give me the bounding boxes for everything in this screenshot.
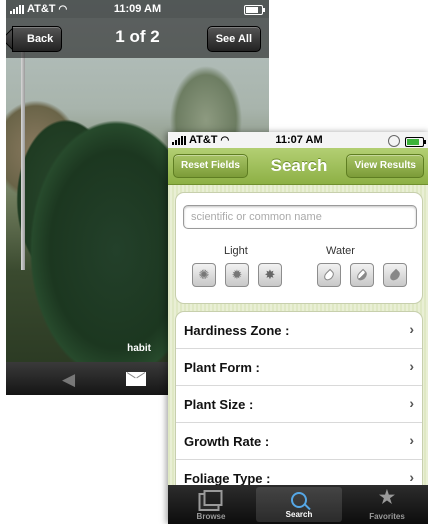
filter-growth-rate[interactable]: Growth Rate : › (176, 423, 422, 460)
part-sun-icon: ✹ (231, 267, 243, 282)
tab-browse[interactable]: Browse (168, 485, 254, 524)
search-content: Light Water ✺ ✹ ✸ Hardiness Zon (168, 185, 428, 493)
filter-plant-size[interactable]: Plant Size : › (176, 386, 422, 423)
chevron-right-icon: › (409, 469, 414, 485)
filter-label: Plant Size : (184, 396, 254, 412)
medium-water-drop-icon (355, 268, 369, 282)
status-time: 11:09 AM (113, 3, 162, 15)
search-nav-bar: Reset Fields Search View Results (168, 148, 428, 185)
battery-icon (244, 5, 265, 15)
filter-label: Foliage Type : (184, 470, 271, 486)
search-icon (291, 492, 307, 508)
photo-nav-bar: Back 1 of 2 See All (6, 18, 269, 58)
full-sun-icon: ✺ (198, 267, 210, 282)
high-water-drop-icon (388, 268, 402, 282)
photo-caption: habit (127, 343, 151, 354)
filter-hardiness-zone[interactable]: Hardiness Zone : › (176, 312, 422, 349)
chevron-right-icon: › (409, 358, 414, 374)
low-water-drop-icon (322, 268, 336, 282)
star-icon: ★ (378, 487, 396, 507)
search-card: Light Water ✺ ✹ ✸ (175, 192, 423, 304)
battery-icon (405, 137, 426, 147)
tab-bar: Browse Search ★ Favorites (168, 485, 428, 524)
high-water-button[interactable] (383, 263, 407, 287)
part-sun-button[interactable]: ✹ (225, 263, 249, 287)
tab-search[interactable]: Search (256, 487, 342, 522)
status-bar: AT&T ◠ 11:07 AM (168, 132, 428, 148)
search-screen: AT&T ◠ 11:07 AM Reset Fields Search View… (168, 132, 428, 524)
previous-arrow-icon[interactable]: ◀ (62, 370, 75, 390)
chevron-right-icon: › (409, 321, 414, 337)
see-all-button[interactable]: See All (206, 26, 261, 52)
chevron-right-icon: › (409, 395, 414, 411)
tab-favorites[interactable]: ★ Favorites (344, 485, 428, 524)
filter-list: Hardiness Zone : › Plant Form : › Plant … (175, 311, 423, 493)
chevron-right-icon: › (409, 432, 414, 448)
status-bar: AT&T ◠ 11:09 AM (6, 0, 269, 18)
tab-label: Favorites (369, 512, 405, 521)
filter-label: Hardiness Zone : (184, 322, 290, 338)
orientation-lock-icon (388, 135, 400, 147)
shade-button[interactable]: ✸ (258, 263, 282, 287)
medium-water-button[interactable] (350, 263, 374, 287)
full-sun-button[interactable]: ✺ (192, 263, 216, 287)
search-input[interactable] (183, 205, 417, 229)
browse-icon (203, 490, 223, 506)
light-label: Light (224, 245, 248, 257)
tab-label: Browse (196, 512, 226, 521)
tab-label: Search (285, 510, 313, 519)
low-water-button[interactable] (317, 263, 341, 287)
filter-label: Growth Rate : (184, 433, 270, 449)
water-label: Water (326, 245, 355, 257)
mail-icon[interactable] (126, 372, 146, 386)
shade-icon: ✸ (264, 267, 276, 282)
utility-pole (21, 40, 25, 270)
filter-plant-form[interactable]: Plant Form : › (176, 349, 422, 386)
view-results-button[interactable]: View Results (346, 154, 424, 178)
filter-label: Plant Form : (184, 359, 260, 375)
